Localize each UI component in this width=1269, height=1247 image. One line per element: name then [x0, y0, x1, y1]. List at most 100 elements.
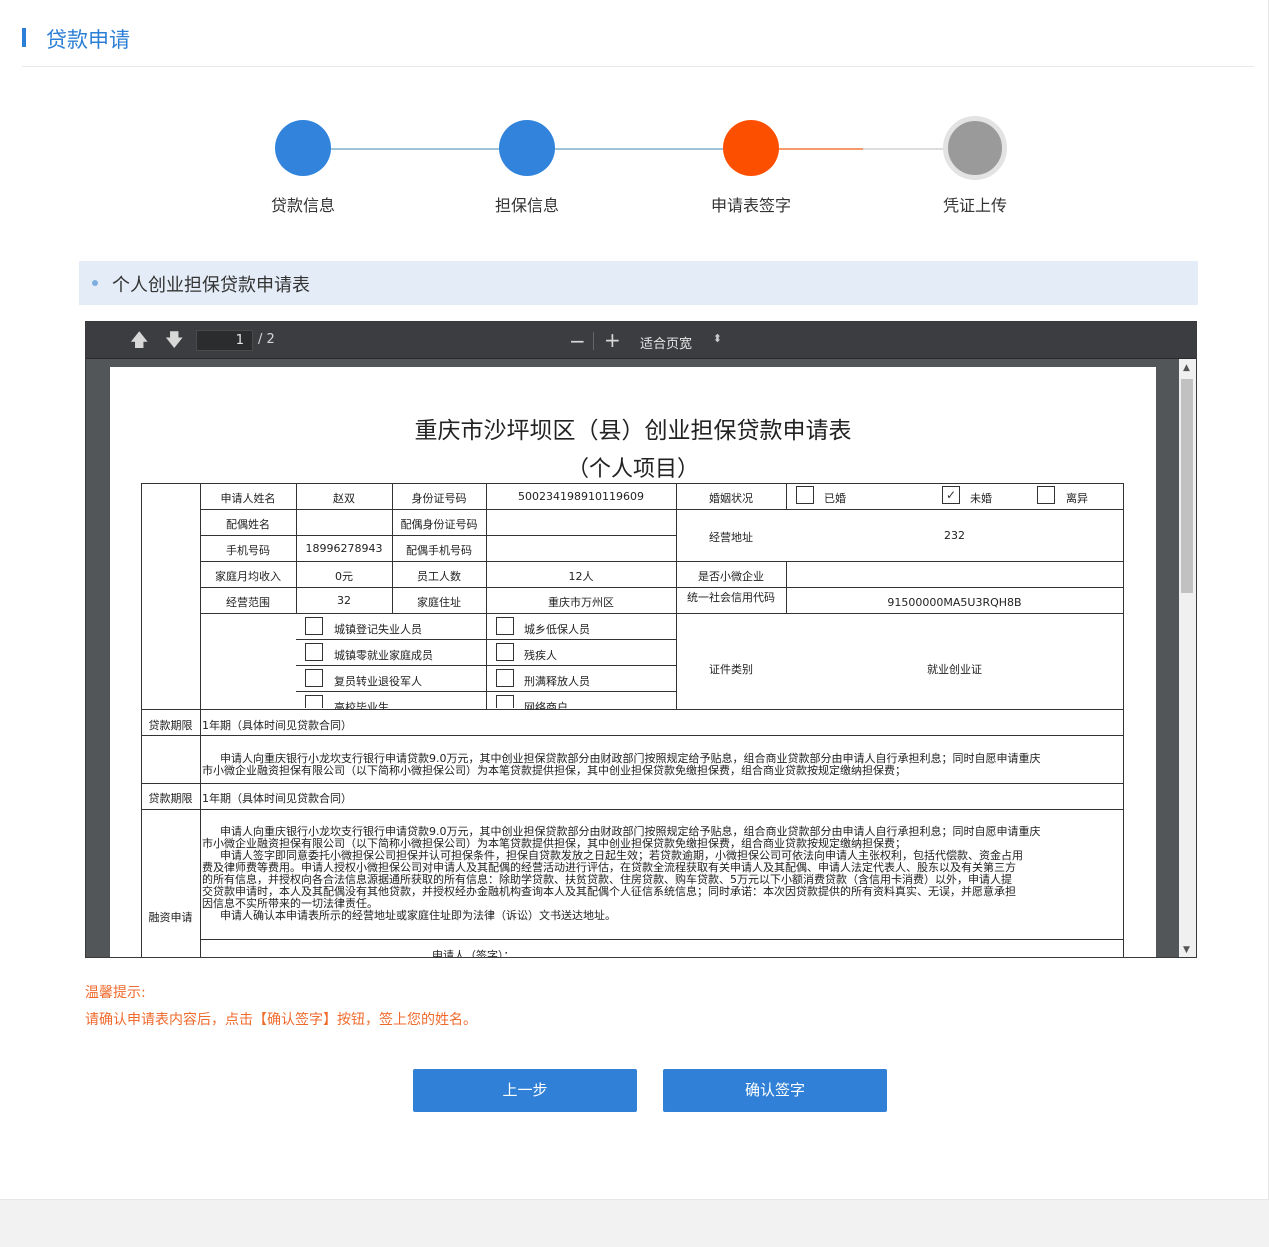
cell-value: 232 [944, 529, 965, 542]
table-line [141, 809, 1123, 810]
cell-label: 是否小微企业 [698, 570, 764, 583]
toolbar-separator [593, 332, 594, 350]
zoom-in-icon[interactable]: + [604, 330, 621, 350]
step-connector-2 [555, 148, 723, 150]
confirm-sign-button[interactable]: 确认签字 [663, 1069, 887, 1112]
section-title: 个人创业担保贷款申请表 [112, 275, 310, 296]
pdf-viewer[interactable]: 🡅 🡇 1 / 2 − + 适合页宽 ⬍ 重庆市沙坪坝区（县）创业担保贷款申请表… [85, 321, 1197, 958]
cell-label: 证件类别 [709, 663, 753, 676]
page-title: 贷款申请 [46, 28, 130, 52]
cell-label: 城镇登记失业人员 [334, 623, 422, 636]
cell-label: 统一社会信用代码 [687, 591, 775, 604]
cell-value: 重庆市万州区 [548, 596, 614, 609]
cell-label: 贷款期限 [148, 719, 193, 732]
cell-label: 融资申请 [148, 911, 193, 924]
cell-label: 高校毕业生 [334, 701, 389, 709]
cell-label: 贷款期限 [148, 792, 193, 805]
step-dot-guarantee-info [499, 120, 555, 176]
cell-label: 残疾人 [524, 649, 557, 662]
paragraph-line: 申请人确认本申请表所示的经营地址或家庭住址即为法律（诉讼）文书送达地址。 [220, 909, 616, 922]
paragraph-line: 市小微企业融资担保有限公司（以下简称小微担保公司）为本笔贷款提供担保，其中创业担… [202, 764, 906, 777]
cell-label: 身份证号码 [411, 492, 467, 505]
cell-label: 城镇零就业家庭成员 [334, 649, 433, 662]
cell-label: 婚姻状况 [709, 492, 753, 505]
zoom-out-icon[interactable]: − [569, 331, 586, 351]
main-card: 贷款申请 贷款信息 担保信息 申请表签字 凭证上传 个人创业担保贷款申请表 🡅 … [0, 0, 1269, 1200]
cell-label: 刑满释放人员 [524, 675, 590, 688]
table-line [200, 561, 1123, 562]
cell-label: 未婚 [970, 492, 992, 505]
tips-text: 请确认申请表内容后，点击【确认签字】按钮，签上您的姓名。 [85, 1012, 477, 1028]
cell-value: 赵双 [333, 492, 355, 505]
prev-page-icon[interactable]: 🡅 [130, 332, 149, 350]
scroll-up-icon[interactable]: ▲ [1183, 363, 1190, 373]
step-label-loan-info: 贷款信息 [270, 196, 335, 215]
table-line [141, 735, 1123, 736]
cell-label: 复员转业退役军人 [334, 675, 422, 688]
cell-label: 家庭住址 [417, 596, 461, 609]
table-line [141, 709, 1123, 710]
cell-label: 已婚 [824, 492, 846, 505]
cell-label: 城乡低保人员 [524, 623, 590, 636]
document-subtitle: （个人项目） [566, 457, 699, 482]
cell-label: 经营地址 [709, 531, 753, 544]
scrollbar-thumb[interactable] [1181, 379, 1193, 593]
checkbox-category [305, 617, 323, 635]
cell-label: 配偶手机号码 [406, 544, 472, 557]
pdf-toolbar: 🡅 🡇 1 / 2 − + 适合页宽 ⬍ [86, 322, 1196, 359]
pdf-scrollbar[interactable]: ▲ ▼ [1179, 359, 1196, 957]
table-line [200, 587, 1123, 588]
cell-label: 申请人姓名 [220, 492, 276, 505]
header-accent-bar [22, 28, 26, 47]
step-dot-voucher-upload [943, 116, 1007, 180]
step-dot-form-sign [723, 120, 779, 176]
cell-value: 18996278943 [305, 542, 383, 555]
checkbox-category [496, 643, 514, 661]
step-connector-4 [863, 148, 947, 150]
cell-label: 员工人数 [417, 570, 461, 583]
page-total: / 2 [258, 332, 275, 347]
table-line [200, 535, 676, 536]
cell-value: 500234198910119609 [518, 490, 644, 503]
cell-label: 经营范围 [226, 596, 270, 609]
pdf-page: 重庆市沙坪坝区（县）创业担保贷款申请表 （个人项目） 申请人姓名 赵双 身份证号… [110, 367, 1156, 958]
zoom-select[interactable]: 适合页宽 ⬍ [632, 330, 726, 352]
checkbox-category [305, 669, 323, 687]
zoom-select-value: 适合页宽 [640, 337, 693, 352]
table-line [1123, 483, 1124, 957]
step-label-form-sign: 申请表签字 [710, 196, 791, 215]
table-line [786, 483, 787, 509]
cell-value: 0元 [335, 570, 353, 583]
prev-step-button[interactable]: 上一步 [413, 1069, 637, 1112]
checkbox-divorced [1037, 486, 1055, 504]
cell-value: 32 [337, 594, 351, 607]
cell-label: 网络商户 [524, 701, 568, 709]
checkbox-category [305, 643, 323, 661]
checkbox-category [496, 695, 514, 708]
step-label-voucher-upload: 凭证上传 [942, 196, 1007, 215]
page-number-input[interactable]: 1 [196, 330, 253, 351]
next-page-icon[interactable]: 🡇 [165, 332, 184, 350]
cell-value: 12人 [568, 570, 594, 583]
cell-label: 手机号码 [226, 544, 270, 557]
table-line [486, 613, 487, 709]
checkbox-married [796, 486, 814, 504]
checkbox-category [496, 669, 514, 687]
scroll-down-icon[interactable]: ▼ [1183, 945, 1190, 955]
cell-label: 配偶姓名 [226, 518, 270, 531]
cell-value: 就业创业证 [927, 663, 982, 676]
table-line [200, 613, 1123, 614]
step-dot-loan-info [275, 120, 331, 176]
table-line [141, 483, 1123, 484]
page-header: 贷款申请 [22, 22, 1254, 67]
section-title-bar: 个人创业担保贷款申请表 [79, 261, 1198, 305]
cell-value: 91500000MA5U3RQH8B [887, 596, 1022, 609]
table-line [141, 783, 1123, 784]
step-connector-3 [779, 148, 863, 150]
signature-label: 申请人（签字）： [432, 949, 515, 958]
step-connector-1 [331, 148, 499, 150]
step-label-guarantee-info: 担保信息 [494, 196, 559, 215]
checkbox-category [496, 617, 514, 635]
cell-value: 1年期（具体时间见贷款合同） [202, 792, 352, 805]
select-arrows-icon: ⬍ [712, 332, 722, 345]
